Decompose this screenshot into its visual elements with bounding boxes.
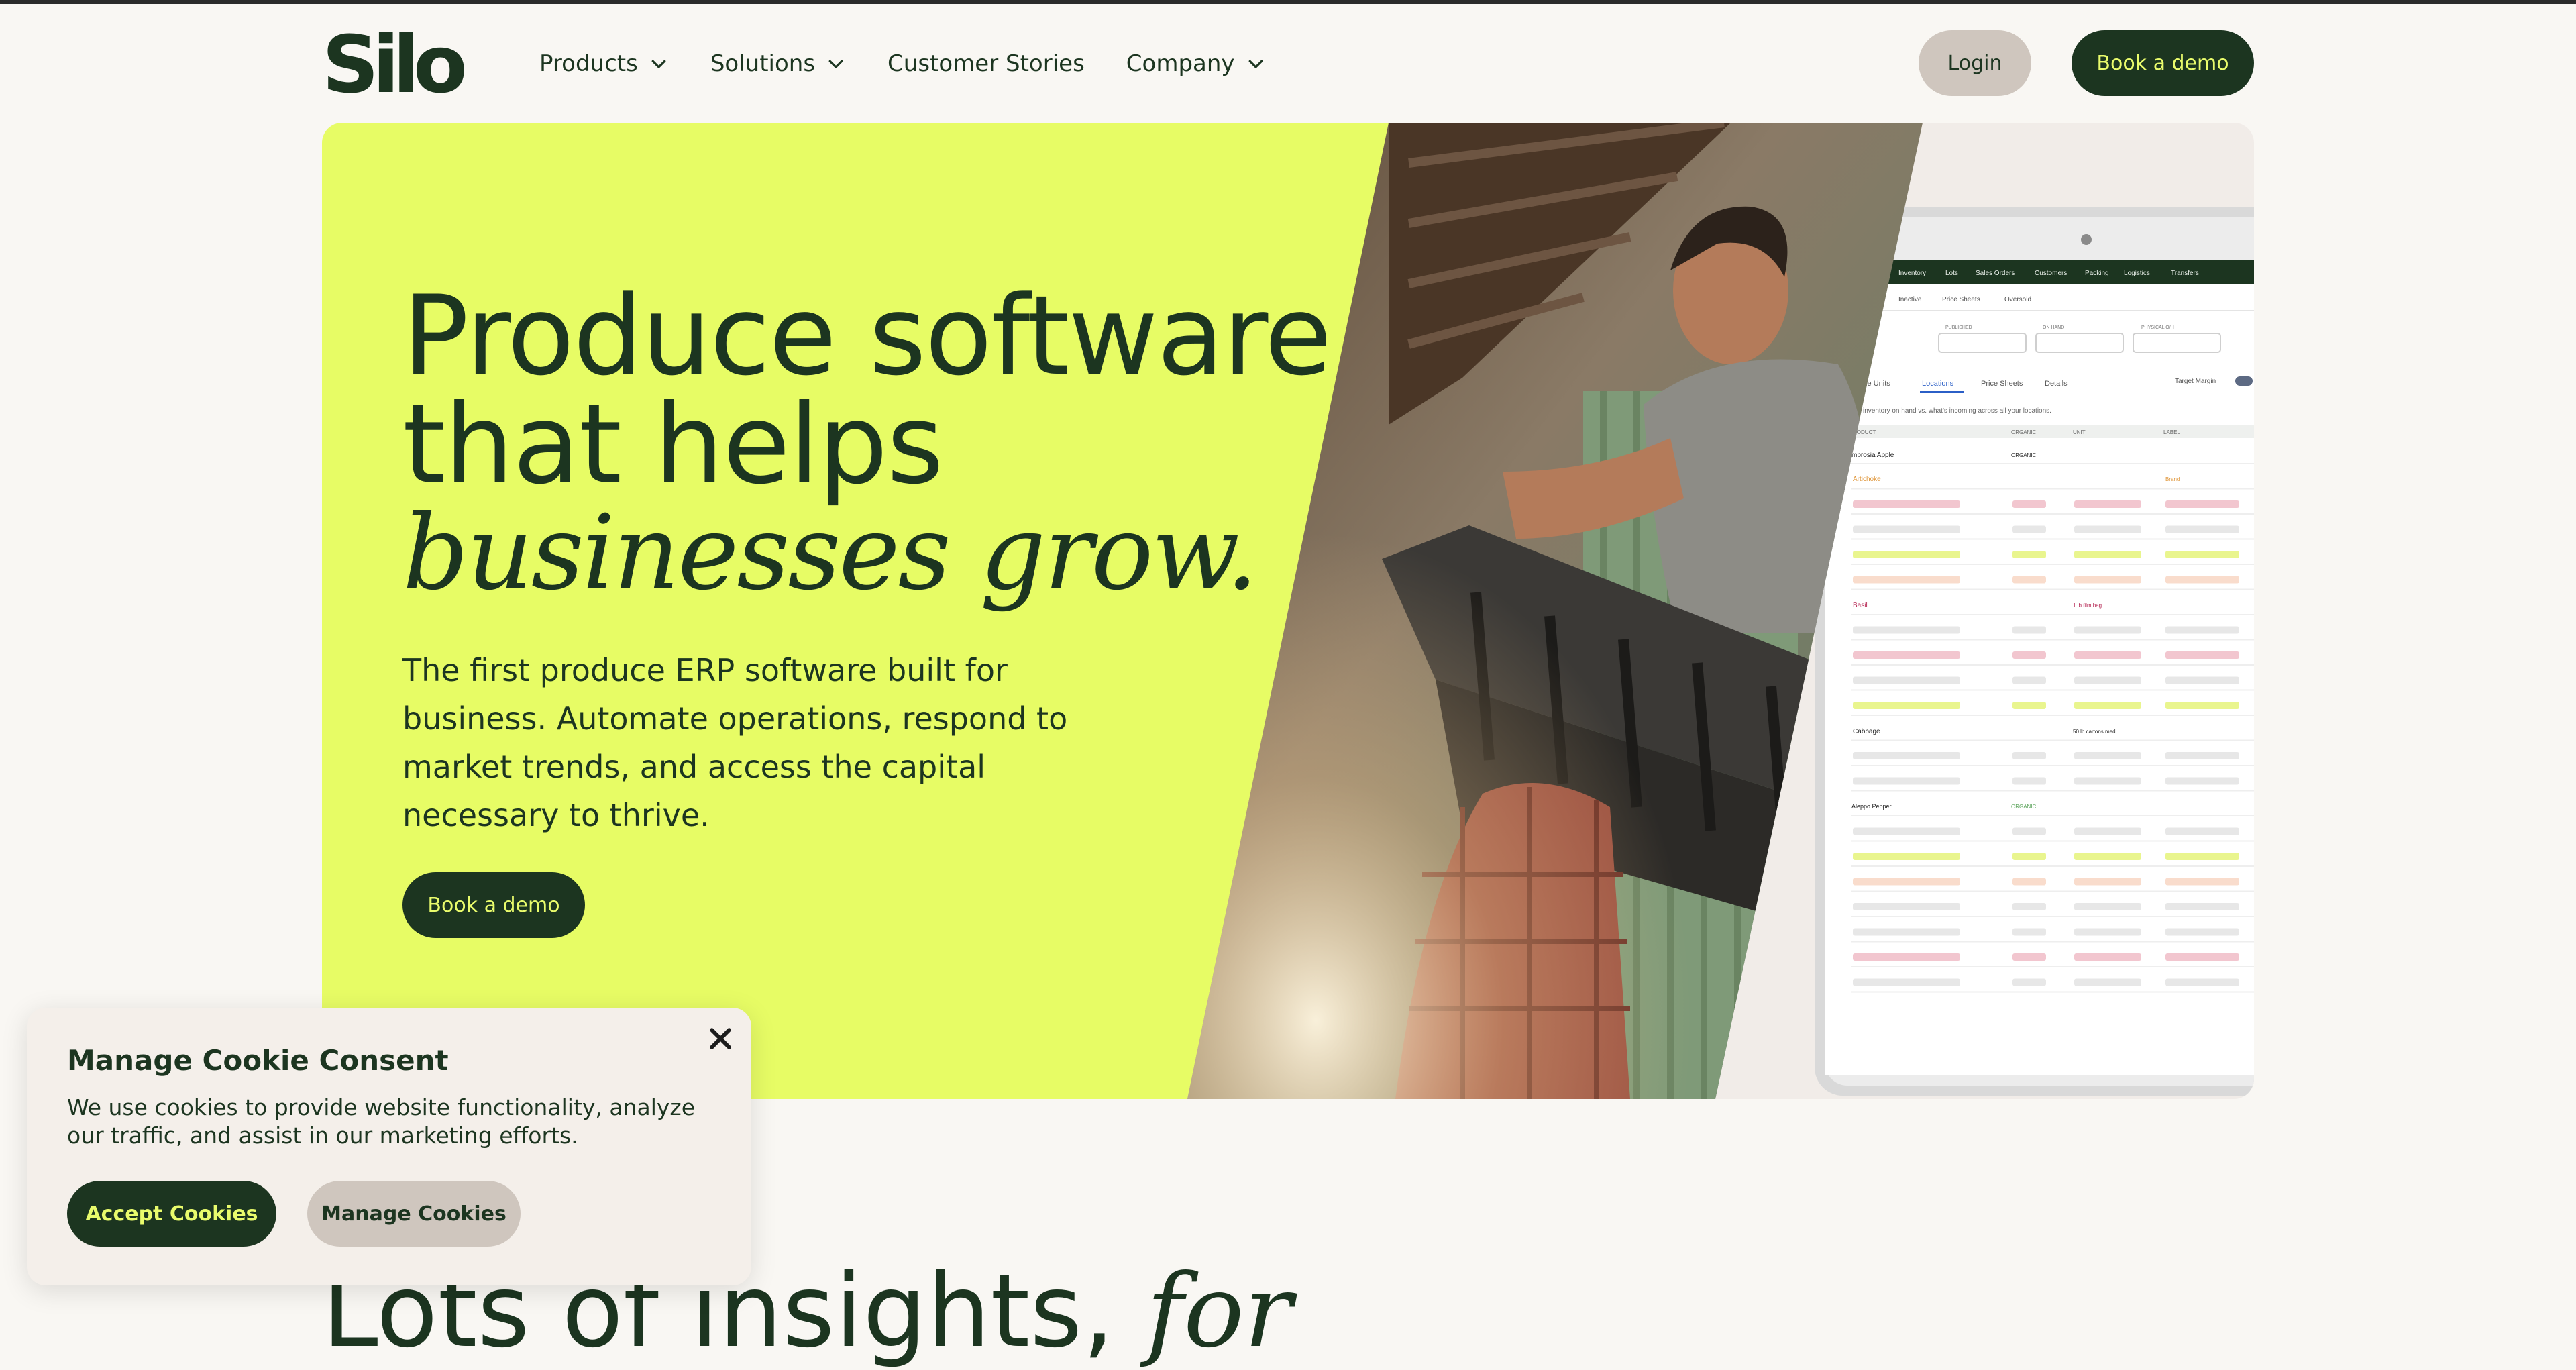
chevron-down-icon [1248,60,1263,68]
svg-text:ORGANIC: ORGANIC [2011,452,2037,458]
hero-description: The first produce ERP software built for… [402,652,1068,833]
nav-customer-stories-label: Customer Stories [888,50,1085,77]
nav-products[interactable]: Products [539,50,669,77]
svg-text:Price Sheets: Price Sheets [1981,380,2023,388]
cookie-title: Manage Cookie Consent [67,1044,449,1077]
svg-text:mbrosia Apple: mbrosia Apple [1851,452,1894,459]
nav-solutions-label: Solutions [710,50,816,77]
svg-text:Customers: Customers [2035,270,2067,277]
accept-cookies-button[interactable]: Accept Cookies [67,1181,276,1247]
svg-text:Lots: Lots [1945,270,1958,277]
svg-text:Artichoke: Artichoke [1853,476,1881,483]
svg-text:PUBLISHED: PUBLISHED [1945,325,1972,330]
svg-text:ORGANIC: ORGANIC [2011,804,2037,810]
nav-customer-stories[interactable]: Customer Stories [888,50,1085,77]
svg-text:Basil: Basil [1853,602,1868,609]
svg-text:Target Margin: Target Margin [2175,378,2216,385]
svg-text:Cabbage: Cabbage [1853,728,1880,735]
close-icon[interactable] [706,1024,735,1053]
hero-book-demo-button[interactable]: Book a demo [402,872,585,938]
svg-text:Sales Orders: Sales Orders [1976,270,2015,277]
silo-logo[interactable]: Silo [322,25,468,104]
svg-text:Transfers: Transfers [2171,270,2199,277]
svg-text:Locations: Locations [1922,380,1954,388]
svg-text:Oversold: Oversold [2004,296,2031,303]
hero-heading: Produce software that helps businesses g… [402,272,1332,613]
svg-text:Aleppo Pepper: Aleppo Pepper [1851,803,1892,810]
svg-text:Logistics: Logistics [2124,270,2150,277]
chevron-down-icon [651,60,666,68]
nav-company-label: Company [1126,50,1235,77]
cookie-consent-modal: Manage Cookie Consent We use cookies to … [27,1008,751,1285]
svg-text:Packing: Packing [2085,270,2109,277]
manage-cookies-button[interactable]: Manage Cookies [307,1181,521,1247]
svg-text:Brand: Brand [2165,476,2180,482]
nav-solutions[interactable]: Solutions [710,50,846,77]
hero-heading-line2: that helps [402,380,944,509]
svg-text:ORGANIC: ORGANIC [2011,429,2037,435]
hero-section: Inventory Lots Sales Orders Customers Packi… [322,123,2254,1099]
cookie-text: We use cookies to provide website functi… [67,1094,696,1149]
section-heading-italic: for [1146,1253,1293,1370]
svg-text:ON HAND: ON HAND [2043,325,2064,330]
nav-company[interactable]: Company [1126,50,1266,77]
tablet-mockup: Inventory Lots Sales Orders Customers Packi… [1815,207,2254,1096]
svg-text:PHYSICAL O/H: PHYSICAL O/H [2141,325,2174,330]
svg-text:UNIT: UNIT [2073,429,2086,435]
svg-text:Inactive: Inactive [1898,296,1922,303]
svg-text:Price Sheets: Price Sheets [1942,296,1980,303]
login-button[interactable]: Login [1919,30,2031,96]
svg-text:Details: Details [2045,380,2068,388]
svg-text:Inventory: Inventory [1898,270,1926,277]
svg-text:inventory on hand vs. what's i: inventory on hand vs. what's incoming ac… [1863,407,2051,415]
svg-text:50 lb cartons med: 50 lb cartons med [2073,729,2116,735]
main-nav: Products Solutions Customer Stories Comp… [539,42,1307,86]
book-demo-button[interactable]: Book a demo [2072,30,2254,96]
nav-products-label: Products [539,50,638,77]
chevron-down-icon [828,60,843,68]
hero-heading-line1: Produce software [402,272,1332,400]
svg-text:LABEL: LABEL [2163,429,2180,435]
svg-text:1 lb film bag: 1 lb film bag [2073,602,2102,609]
hero-heading-italic: businesses grow. [402,493,1258,613]
top-border [0,0,2576,4]
